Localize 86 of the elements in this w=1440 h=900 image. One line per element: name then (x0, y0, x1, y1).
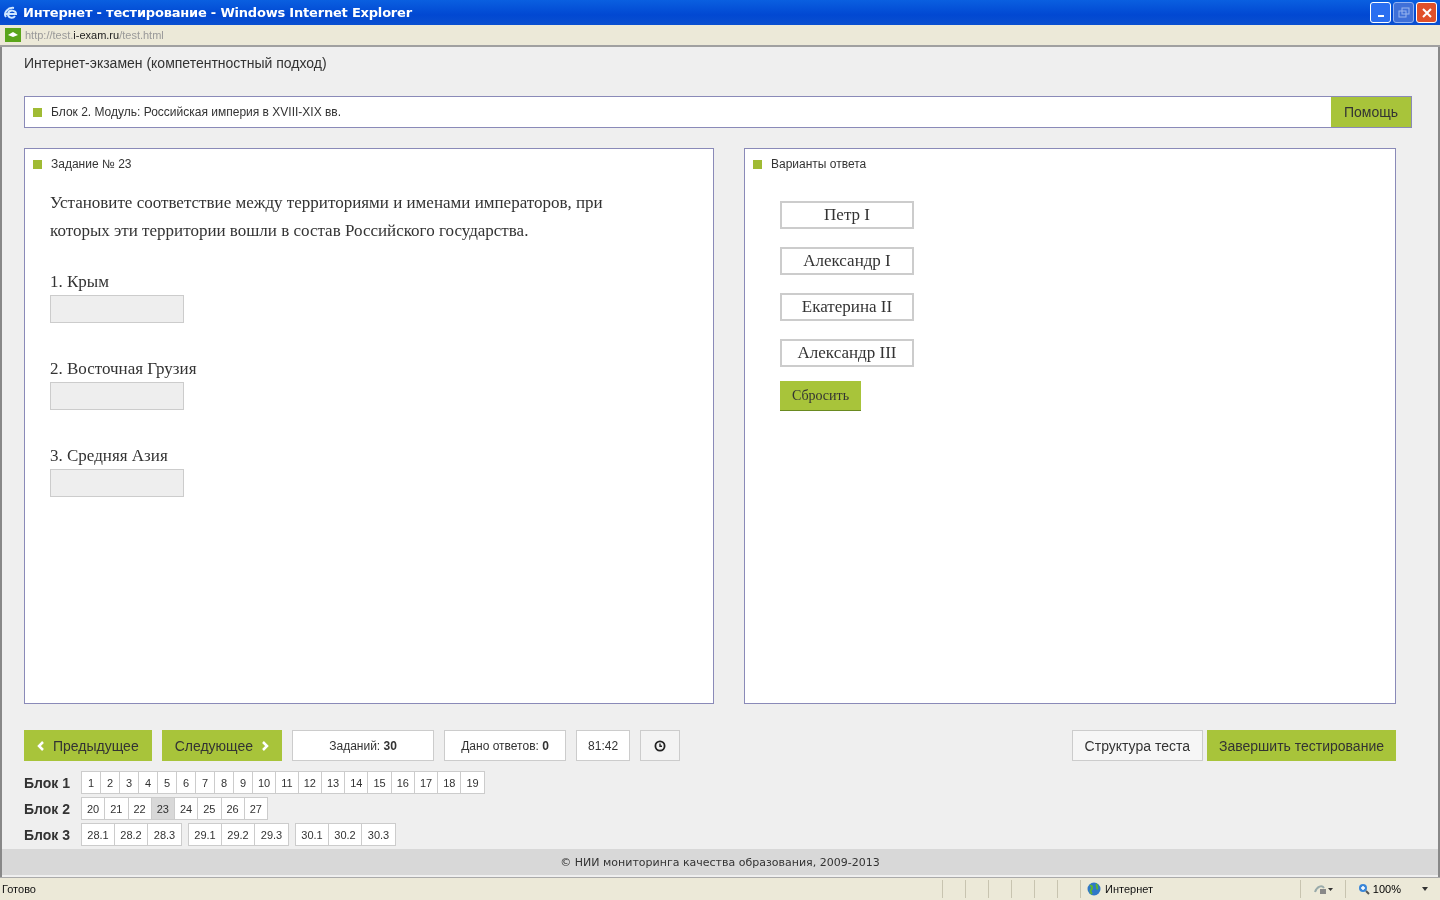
task-number[interactable]: 30.3 (362, 824, 395, 845)
zone-text: Интернет (1105, 883, 1153, 895)
answer-option[interactable]: Александр III (780, 339, 914, 367)
square-icon (33, 107, 42, 117)
task-number[interactable]: 3 (120, 772, 139, 793)
territory-label: 1. Крым (50, 272, 111, 292)
task-number[interactable]: 28.3 (148, 824, 181, 845)
task-number[interactable]: 22 (128, 798, 152, 819)
finish-button[interactable]: Завершить тестирование (1207, 730, 1396, 761)
task-number[interactable]: 29.2 (222, 824, 255, 845)
task-number[interactable]: 12 (298, 772, 322, 793)
status-text: Готово (1, 883, 37, 895)
browser-logo-icon (3, 4, 19, 21)
chevron-right-icon (261, 740, 270, 751)
task-number[interactable]: 30.2 (329, 824, 362, 845)
task-number[interactable]: 17 (414, 772, 439, 793)
minimize-button[interactable] (1370, 2, 1391, 23)
window-title: Интернет - тестирование - Windows Internet Explorer (23, 5, 412, 20)
task-number[interactable]: 2 (101, 772, 120, 793)
task-number[interactable]: 24 (175, 798, 199, 819)
clock-button[interactable] (640, 730, 681, 761)
task-number[interactable]: 27 (244, 798, 267, 819)
square-icon (753, 159, 762, 169)
restore-icon (1397, 6, 1410, 19)
task-number[interactable]: 15 (368, 772, 392, 793)
panel-heading: Варианты ответа (771, 157, 867, 171)
task-number[interactable]: 18 (438, 772, 462, 793)
task-number[interactable]: 21 (105, 798, 129, 819)
structure-button[interactable]: Структура теста (1071, 730, 1203, 761)
task-number[interactable]: 30.1 (296, 824, 329, 845)
minimize-icon (1377, 14, 1384, 17)
help-button[interactable]: Помощь (1331, 97, 1411, 127)
module-label: Блок 2. Модуль: Российская империя в XVIII-XIX вв. (51, 105, 342, 119)
task-number[interactable]: 13 (321, 772, 346, 793)
answer-option[interactable]: Екатерина II (780, 293, 914, 321)
timer: 81:42 (576, 730, 631, 761)
block-label: Блок 1 (24, 774, 71, 791)
task-number[interactable]: 4 (139, 772, 158, 793)
task-number[interactable]: 28.2 (115, 824, 148, 845)
territory-label: 2. Восточная Грузия (50, 359, 198, 379)
task-number[interactable]: 29.3 (255, 824, 288, 845)
task-number[interactable]: 6 (177, 772, 196, 793)
task-number[interactable]: 11 (276, 772, 299, 793)
previous-button[interactable]: Предыдущее (24, 730, 152, 761)
territory-label: 3. Средняя Азия (50, 446, 169, 466)
square-icon (33, 159, 42, 169)
reset-button[interactable]: Сбросить (780, 381, 861, 411)
task-number[interactable]: 10 (253, 772, 277, 793)
site-icon (5, 28, 21, 42)
question-text: Установите соответствие между территориями и именами императоров, при которых эти территории вошли в состав Российского государства. (50, 192, 604, 242)
magnifier-icon (1357, 883, 1370, 895)
task-number[interactable]: 5 (158, 772, 177, 793)
chevron-left-icon (37, 740, 45, 751)
tasks-count: Заданий: 30 (329, 738, 397, 753)
answer-option[interactable]: Александр I (780, 247, 914, 275)
lock-icon (1312, 883, 1333, 895)
task-number[interactable]: 14 (345, 772, 369, 793)
copyright-text: © НИИ мониторинга качества образования, 2009-2013 (560, 855, 880, 869)
address-bar[interactable]: http://test.i-exam.ru/test.html (0, 25, 1440, 47)
restore-button[interactable] (1393, 2, 1414, 23)
task-number[interactable]: 7 (196, 772, 215, 793)
close-button[interactable] (1416, 2, 1437, 23)
block-label: Блок 3 (24, 826, 71, 843)
task-number[interactable]: 25 (198, 798, 222, 819)
globe-icon (1087, 882, 1101, 896)
page-title: Интернет-экзамен (компетентностный подход) (24, 54, 328, 73)
next-button[interactable]: Следующее (161, 730, 283, 761)
task-number[interactable]: 20 (82, 798, 106, 819)
task-number[interactable]: 16 (391, 772, 415, 793)
answered-count: Дано ответов: 0 (461, 738, 549, 753)
task-number[interactable]: 19 (461, 772, 484, 793)
task-number[interactable]: 1 (82, 772, 101, 793)
clock-icon (654, 739, 667, 752)
zoom-button[interactable]: 100% (1344, 880, 1440, 898)
panel-heading: Задание № 23 (51, 157, 132, 171)
task-number[interactable]: 23 (151, 798, 175, 819)
task-number[interactable]: 26 (221, 798, 245, 819)
task-number[interactable]: 29.1 (189, 824, 222, 845)
close-icon (1420, 6, 1433, 19)
answer-option[interactable]: Петр I (780, 201, 914, 229)
caret-icon (1422, 887, 1428, 891)
block-label: Блок 2 (24, 800, 71, 817)
task-number[interactable]: 9 (234, 772, 253, 793)
task-number[interactable]: 28.1 (82, 824, 115, 845)
task-number[interactable]: 8 (215, 772, 234, 793)
url-text: http://test.i-exam.ru/test.html (25, 29, 164, 41)
